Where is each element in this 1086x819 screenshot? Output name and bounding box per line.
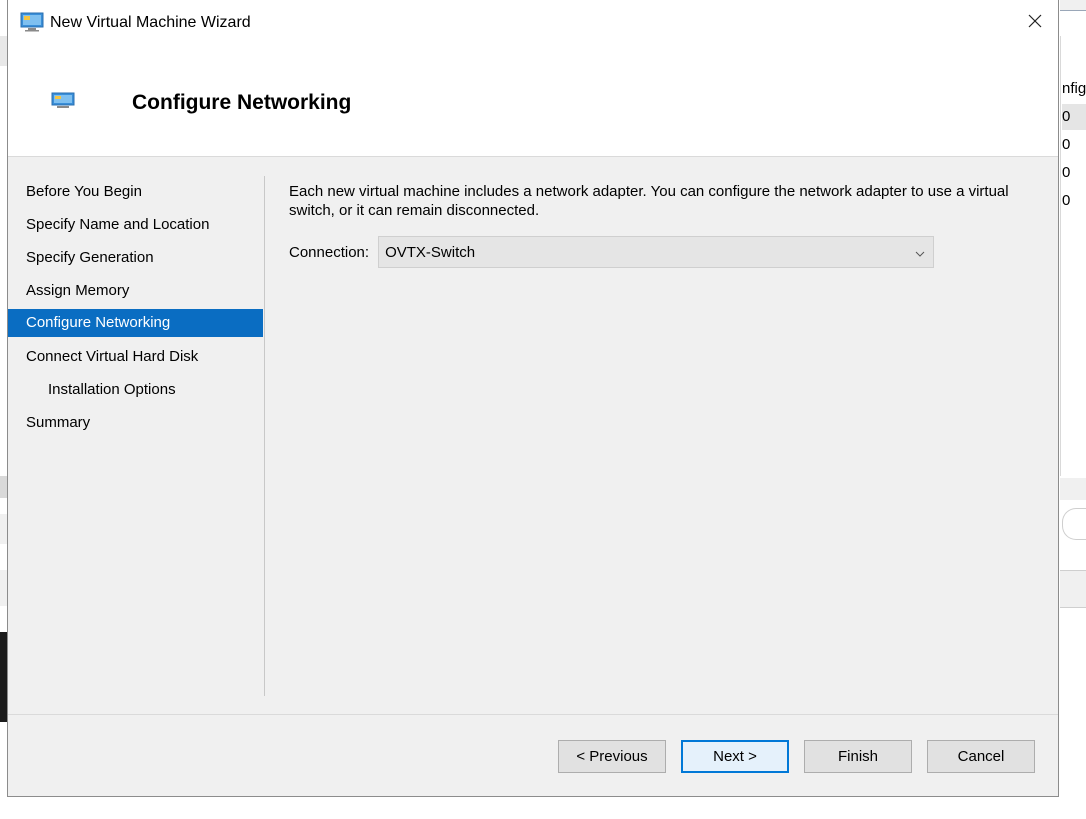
- nav-item-assign-memory[interactable]: Assign Memory: [8, 274, 263, 307]
- background-left-edge: [0, 476, 7, 498]
- background-row-fragment: 0: [1062, 164, 1071, 181]
- close-button[interactable]: [1012, 0, 1058, 46]
- chevron-down-icon: [915, 244, 925, 261]
- background-left-edge: [0, 36, 7, 66]
- connection-label: Connection:: [289, 243, 370, 261]
- footer-divider: [8, 714, 1058, 715]
- cancel-button[interactable]: Cancel: [927, 740, 1035, 773]
- main-content: Each new virtual machine includes a netw…: [289, 182, 1049, 268]
- connection-select[interactable]: OVTX-Switch: [378, 236, 935, 268]
- close-icon: [1027, 13, 1043, 33]
- nav-item-before-you-begin[interactable]: Before You Begin: [8, 175, 263, 208]
- wizard-window: New Virtual Machine Wizard Configure Net…: [7, 0, 1059, 797]
- nav-item-connect-virtual-hard-disk[interactable]: Connect Virtual Hard Disk: [8, 340, 263, 373]
- background-left-dark: [0, 632, 7, 722]
- background-left-edge: [0, 570, 7, 606]
- page-title: Configure Networking: [132, 91, 352, 114]
- background-search-box: [1062, 508, 1086, 540]
- page-header: Configure Networking: [8, 46, 1058, 157]
- nav-item-configure-networking[interactable]: Configure Networking: [8, 309, 263, 337]
- window-title: New Virtual Machine Wizard: [50, 14, 251, 31]
- virtual-machine-icon: [51, 92, 75, 110]
- background-band: [1060, 478, 1086, 500]
- background-window-edge: [1060, 0, 1086, 11]
- wizard-steps-nav: Before You Begin Specify Name and Locati…: [8, 175, 263, 439]
- next-button[interactable]: Next >: [681, 740, 789, 773]
- finish-button[interactable]: Finish: [804, 740, 912, 773]
- virtual-machine-icon: [20, 12, 44, 32]
- title-bar: New Virtual Machine Wizard: [8, 0, 1058, 46]
- background-header-fragment: nfig: [1062, 80, 1086, 97]
- connection-row: Connection: OVTX-Switch: [289, 236, 935, 268]
- background-row-fragment: 0: [1062, 136, 1071, 153]
- background-row-fragment: 0: [1062, 104, 1086, 130]
- nav-divider: [264, 176, 265, 696]
- background-bar: [1060, 570, 1086, 608]
- nav-item-specify-generation[interactable]: Specify Generation: [8, 241, 263, 274]
- background-row-fragment: 0: [1062, 192, 1071, 209]
- nav-item-summary[interactable]: Summary: [8, 406, 263, 439]
- connection-value: OVTX-Switch: [385, 243, 476, 261]
- nav-item-installation-options[interactable]: Installation Options: [8, 373, 263, 406]
- nav-item-specify-name-location[interactable]: Specify Name and Location: [8, 208, 263, 241]
- previous-button[interactable]: < Previous: [558, 740, 666, 773]
- background-left-edge: [0, 514, 7, 544]
- background-window-panel: [1060, 36, 1086, 476]
- description-text: Each new virtual machine includes a netw…: [289, 183, 1009, 219]
